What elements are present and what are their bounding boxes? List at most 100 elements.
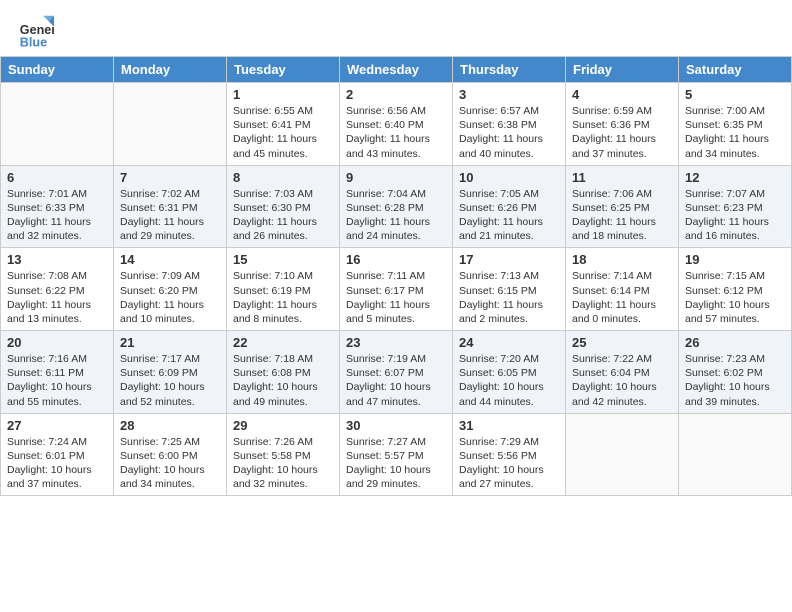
calendar-cell: 22Sunrise: 7:18 AM Sunset: 6:08 PM Dayli… [227, 331, 340, 414]
calendar-cell: 3 Sunrise: 6:57 AM Sunset: 6:38 PM Daylig… [453, 83, 566, 166]
day-number: 11 [572, 170, 672, 185]
calendar-cell: 19Sunrise: 7:15 AM Sunset: 6:12 PM Dayli… [679, 248, 792, 331]
day-number: 15 [233, 252, 333, 267]
calendar-cell: 2Sunrise: 6:56 AM Sunset: 6:40 PM Daylig… [340, 83, 453, 166]
calendar-cell: 4 Sunrise: 6:59 AM Sunset: 6:36 PM Daylig… [566, 83, 679, 166]
column-header-thursday: Thursday [453, 57, 566, 83]
column-header-wednesday: Wednesday [340, 57, 453, 83]
day-info: Sunrise: 6:55 AM Sunset: 6:41 PM Dayligh… [233, 104, 333, 161]
logo-icon: General Blue [18, 14, 54, 50]
day-number: 21 [120, 335, 220, 350]
day-info: Sunrise: 7:07 AM Sunset: 6:23 PM Dayligh… [685, 187, 785, 244]
day-info: Sunrise: 7:06 AM Sunset: 6:25 PM Dayligh… [572, 187, 672, 244]
calendar-cell: 29Sunrise: 7:26 AM Sunset: 5:58 PM Dayli… [227, 413, 340, 496]
calendar-cell: 9 Sunrise: 7:04 AM Sunset: 6:28 PM Daylig… [340, 165, 453, 248]
calendar-cell: 18 Sunrise: 7:14 AM Sunset: 6:14 PM Dayli… [566, 248, 679, 331]
day-info: Sunrise: 7:24 AM Sunset: 6:01 PM Dayligh… [7, 435, 107, 492]
day-number: 25 [572, 335, 672, 350]
day-info: Sunrise: 7:01 AM Sunset: 6:33 PM Dayligh… [7, 187, 107, 244]
calendar-cell: 1 Sunrise: 6:55 AM Sunset: 6:41 PM Daylig… [227, 83, 340, 166]
calendar-cell: 28 Sunrise: 7:25 AM Sunset: 6:00 PM Dayli… [114, 413, 227, 496]
calendar-cell [1, 83, 114, 166]
day-number: 26 [685, 335, 785, 350]
day-number: 22 [233, 335, 333, 350]
day-info: Sunrise: 7:03 AM Sunset: 6:30 PM Dayligh… [233, 187, 333, 244]
day-info: Sunrise: 7:00 AM Sunset: 6:35 PM Dayligh… [685, 104, 785, 161]
day-info: Sunrise: 6:57 AM Sunset: 6:38 PM Dayligh… [459, 104, 559, 161]
day-number: 3 [459, 87, 559, 102]
day-number: 7 [120, 170, 220, 185]
day-info: Sunrise: 7:17 AM Sunset: 6:09 PM Dayligh… [120, 352, 220, 409]
calendar-week-row: 13 Sunrise: 7:08 AM Sunset: 6:22 PM Dayli… [1, 248, 792, 331]
day-info: Sunrise: 7:11 AM Sunset: 6:17 PM Dayligh… [346, 269, 446, 326]
day-number: 27 [7, 418, 107, 433]
calendar-cell: 24 Sunrise: 7:20 AM Sunset: 6:05 PM Dayli… [453, 331, 566, 414]
calendar-cell: 8 Sunrise: 7:03 AM Sunset: 6:30 PM Daylig… [227, 165, 340, 248]
calendar-cell: 12 Sunrise: 7:07 AM Sunset: 6:23 PM Dayli… [679, 165, 792, 248]
day-number: 6 [7, 170, 107, 185]
day-info: Sunrise: 7:04 AM Sunset: 6:28 PM Dayligh… [346, 187, 446, 244]
day-info: Sunrise: 7:10 AM Sunset: 6:19 PM Dayligh… [233, 269, 333, 326]
day-info: Sunrise: 7:14 AM Sunset: 6:14 PM Dayligh… [572, 269, 672, 326]
column-header-monday: Monday [114, 57, 227, 83]
day-number: 2 [346, 87, 446, 102]
calendar-table: SundayMondayTuesdayWednesdayThursdayFrid… [0, 56, 792, 496]
day-info: Sunrise: 7:25 AM Sunset: 6:00 PM Dayligh… [120, 435, 220, 492]
calendar-cell: 6 Sunrise: 7:01 AM Sunset: 6:33 PM Daylig… [1, 165, 114, 248]
calendar-cell: 30 Sunrise: 7:27 AM Sunset: 5:57 PM Dayli… [340, 413, 453, 496]
calendar-cell: 20Sunrise: 7:16 AM Sunset: 6:11 PM Dayli… [1, 331, 114, 414]
calendar-week-row: 1 Sunrise: 6:55 AM Sunset: 6:41 PM Daylig… [1, 83, 792, 166]
calendar-cell: 21 Sunrise: 7:17 AM Sunset: 6:09 PM Dayli… [114, 331, 227, 414]
day-number: 12 [685, 170, 785, 185]
calendar-cell: 26 Sunrise: 7:23 AM Sunset: 6:02 PM Dayli… [679, 331, 792, 414]
page-header: General Blue [0, 0, 792, 56]
day-number: 9 [346, 170, 446, 185]
calendar-week-row: 20Sunrise: 7:16 AM Sunset: 6:11 PM Dayli… [1, 331, 792, 414]
day-number: 31 [459, 418, 559, 433]
column-header-friday: Friday [566, 57, 679, 83]
calendar-cell: 31 Sunrise: 7:29 AM Sunset: 5:56 PM Dayli… [453, 413, 566, 496]
logo: General Blue [18, 14, 54, 50]
calendar-cell: 13 Sunrise: 7:08 AM Sunset: 6:22 PM Dayli… [1, 248, 114, 331]
day-info: Sunrise: 7:26 AM Sunset: 5:58 PM Dayligh… [233, 435, 333, 492]
calendar-cell: 23Sunrise: 7:19 AM Sunset: 6:07 PM Dayli… [340, 331, 453, 414]
day-number: 13 [7, 252, 107, 267]
column-header-tuesday: Tuesday [227, 57, 340, 83]
day-number: 30 [346, 418, 446, 433]
calendar-week-row: 6 Sunrise: 7:01 AM Sunset: 6:33 PM Daylig… [1, 165, 792, 248]
column-header-saturday: Saturday [679, 57, 792, 83]
calendar-cell: 11 Sunrise: 7:06 AM Sunset: 6:25 PM Dayli… [566, 165, 679, 248]
calendar-cell: 17 Sunrise: 7:13 AM Sunset: 6:15 PM Dayli… [453, 248, 566, 331]
calendar-cell [566, 413, 679, 496]
day-info: Sunrise: 7:16 AM Sunset: 6:11 PM Dayligh… [7, 352, 107, 409]
day-info: Sunrise: 7:08 AM Sunset: 6:22 PM Dayligh… [7, 269, 107, 326]
day-number: 18 [572, 252, 672, 267]
calendar-cell: 16 Sunrise: 7:11 AM Sunset: 6:17 PM Dayli… [340, 248, 453, 331]
day-number: 19 [685, 252, 785, 267]
day-number: 5 [685, 87, 785, 102]
calendar-cell: 5 Sunrise: 7:00 AM Sunset: 6:35 PM Daylig… [679, 83, 792, 166]
day-info: Sunrise: 7:19 AM Sunset: 6:07 PM Dayligh… [346, 352, 446, 409]
day-info: Sunrise: 7:27 AM Sunset: 5:57 PM Dayligh… [346, 435, 446, 492]
day-number: 14 [120, 252, 220, 267]
day-number: 1 [233, 87, 333, 102]
day-number: 24 [459, 335, 559, 350]
column-header-sunday: Sunday [1, 57, 114, 83]
calendar-cell: 14 Sunrise: 7:09 AM Sunset: 6:20 PM Dayli… [114, 248, 227, 331]
day-info: Sunrise: 7:09 AM Sunset: 6:20 PM Dayligh… [120, 269, 220, 326]
day-number: 4 [572, 87, 672, 102]
calendar-cell: 7Sunrise: 7:02 AM Sunset: 6:31 PM Daylig… [114, 165, 227, 248]
day-number: 28 [120, 418, 220, 433]
day-number: 8 [233, 170, 333, 185]
day-info: Sunrise: 7:23 AM Sunset: 6:02 PM Dayligh… [685, 352, 785, 409]
calendar-cell: 27 Sunrise: 7:24 AM Sunset: 6:01 PM Dayli… [1, 413, 114, 496]
day-number: 16 [346, 252, 446, 267]
day-info: Sunrise: 7:29 AM Sunset: 5:56 PM Dayligh… [459, 435, 559, 492]
calendar-cell: 25 Sunrise: 7:22 AM Sunset: 6:04 PM Dayli… [566, 331, 679, 414]
calendar-header-row: SundayMondayTuesdayWednesdayThursdayFrid… [1, 57, 792, 83]
day-info: Sunrise: 7:22 AM Sunset: 6:04 PM Dayligh… [572, 352, 672, 409]
day-info: Sunrise: 7:13 AM Sunset: 6:15 PM Dayligh… [459, 269, 559, 326]
day-info: Sunrise: 7:20 AM Sunset: 6:05 PM Dayligh… [459, 352, 559, 409]
day-number: 17 [459, 252, 559, 267]
day-info: Sunrise: 6:59 AM Sunset: 6:36 PM Dayligh… [572, 104, 672, 161]
